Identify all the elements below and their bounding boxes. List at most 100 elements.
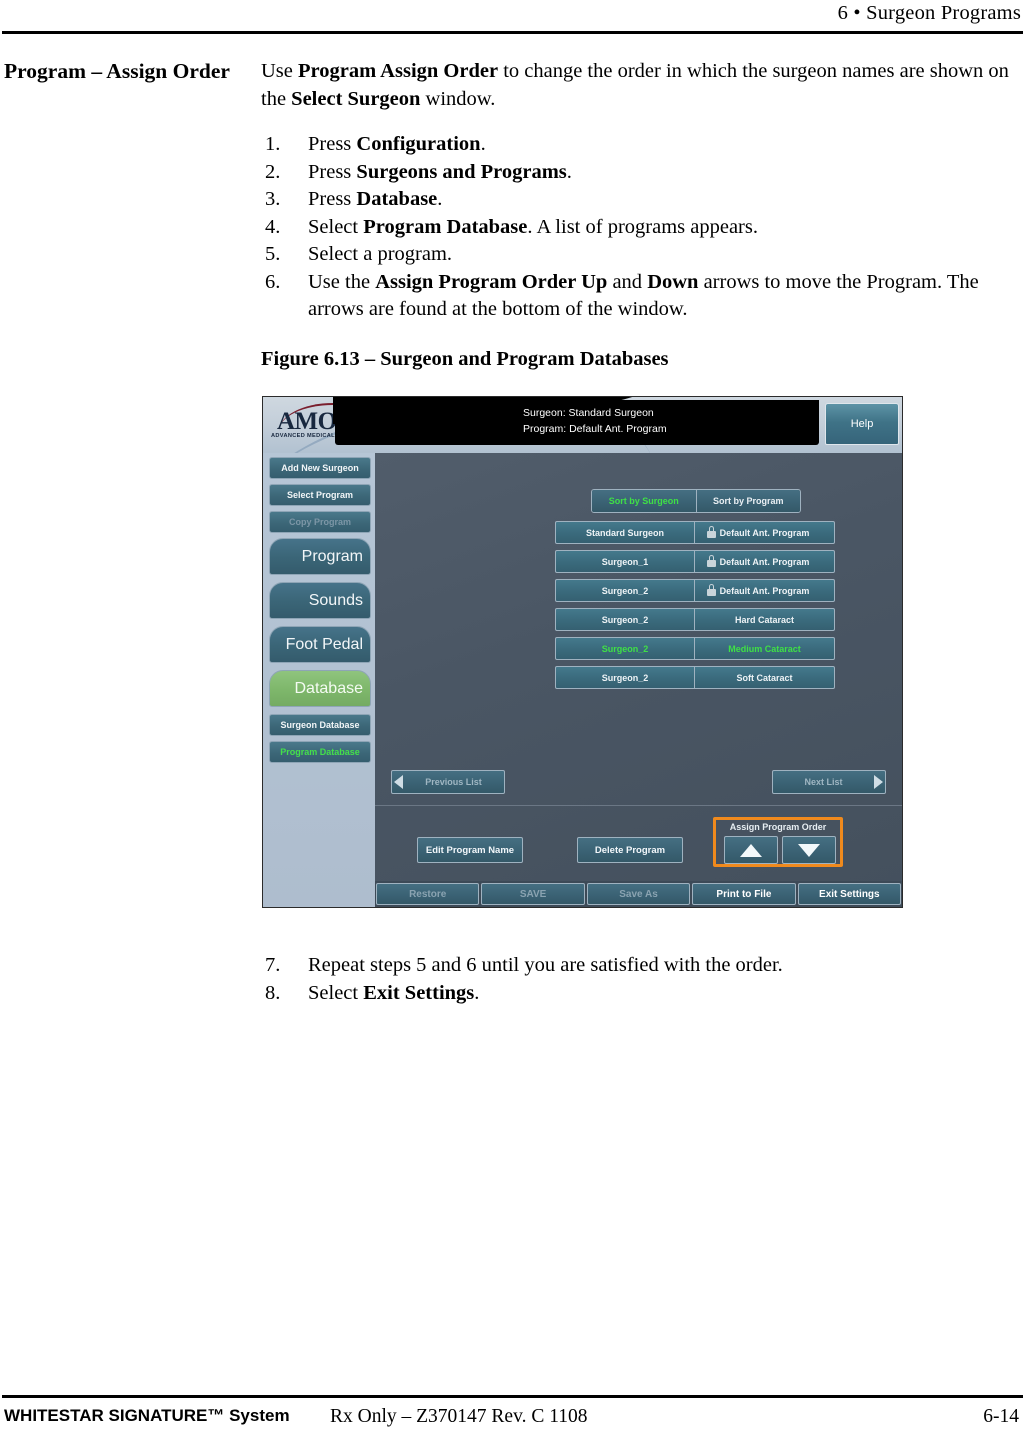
sidebar-item-foot-pedal[interactable]: Foot Pedal (269, 626, 371, 663)
status-bar-text: Surgeon: Standard Surgeon Program: Defau… (523, 406, 667, 437)
assign-program-order-group: Assign Program Order (713, 817, 843, 867)
row-surgeon-name: Surgeon_2 (556, 667, 695, 688)
step-content: Press Configuration. (308, 131, 1013, 159)
row-surgeon-name: Surgeon_2 (556, 580, 695, 601)
assign-order-up-button[interactable] (724, 836, 778, 864)
chevron-right-icon (874, 775, 883, 789)
list-item: 1. Press Configuration. (261, 131, 1013, 159)
row-program-name: Medium Cataract (695, 638, 834, 659)
step-bold: Program Database (363, 215, 528, 238)
sidebar-item-program-database[interactable]: Program Database (269, 741, 371, 763)
assign-order-down-button[interactable] (782, 836, 836, 864)
table-row[interactable]: Surgeon_2 Default Ant. Program (555, 579, 835, 602)
program-list: Standard Surgeon Default Ant. Program Su… (555, 521, 835, 695)
footer-rule (2, 1395, 1023, 1398)
list-item: 4. Select Program Database. A list of pro… (261, 214, 1013, 242)
row-program-label: Default Ant. Program (719, 527, 810, 538)
step-text-post: and (607, 270, 648, 293)
step-text-post: . (474, 981, 480, 1004)
delete-program-button[interactable]: Delete Program (577, 837, 683, 863)
running-head-text: 6 • Surgeon Programs (837, 2, 1021, 24)
page-running-head: 6 • Surgeon Programs (0, 0, 1025, 40)
assign-program-order-label: Assign Program Order (729, 822, 827, 832)
content-column-after: 7. Repeat steps 5 and 6 until you are sat… (261, 952, 1013, 1007)
step-content: Press Database. (308, 186, 1013, 214)
table-row[interactable]: Surgeon_2 Hard Cataract (555, 608, 835, 631)
intro-text-3: window. (420, 87, 496, 110)
status-program-line: Program: Default Ant. Program (523, 422, 667, 435)
device-screenshot-figure: AMO ® ADVANCED MEDICAL OPTICS Surgeon: S… (262, 396, 903, 908)
previous-list-label: Previous List (425, 777, 482, 787)
step-number: 6. (265, 270, 281, 293)
arrow-up-icon (740, 843, 762, 857)
help-button[interactable]: Help (825, 403, 899, 445)
step-number: 3. (265, 188, 281, 210)
step-text: Press (308, 188, 357, 210)
step-number: 4. (265, 215, 281, 238)
sidebar-item-select-program[interactable]: Select Program (269, 484, 371, 506)
row-program-label: Hard Cataract (734, 614, 795, 625)
step-number: 5. (265, 243, 281, 265)
lock-icon (707, 526, 716, 538)
sidebar-item-program[interactable]: Program (269, 538, 371, 575)
footer-document-id: Rx Only – Z370147 Rev. C 1108 (330, 1406, 588, 1427)
sidebar-item-sounds[interactable]: Sounds (269, 582, 371, 619)
steps-list-before: 1. Press Configuration. 2. Press Surgeons … (261, 131, 1013, 324)
list-item: 6. Use the Assign Program Order Up and Do… (261, 269, 1013, 324)
table-row[interactable]: Surgeon_2 Soft Cataract (555, 666, 835, 689)
row-surgeon-name: Surgeon_2 (556, 638, 695, 659)
step-number: 7. (265, 954, 281, 976)
tab-sort-by-surgeon[interactable]: Sort by Surgeon (592, 490, 697, 512)
step-content: Press Surgeons and Programs. (308, 159, 1013, 187)
edit-program-name-button[interactable]: Edit Program Name (417, 837, 523, 863)
step-bold: Exit Settings (363, 981, 475, 1004)
table-row-selected[interactable]: Surgeon_2 Medium Cataract (555, 637, 835, 660)
row-program-label: Soft Cataract (736, 672, 793, 683)
footer-product-name: WHITESTAR SIGNATURE™ System (4, 1406, 290, 1425)
intro-text-1: Use (261, 60, 299, 82)
row-surgeon-name: Surgeon_1 (556, 551, 695, 572)
content-column: Use Program Assign Order to change the o… (261, 58, 1013, 372)
step-text-post: . A list of programs appears. (527, 215, 758, 238)
step-text: Select a program. (308, 243, 453, 265)
sidebar-item-surgeon-database[interactable]: Surgeon Database (269, 714, 371, 736)
sidebar-item-copy-program[interactable]: Copy Program (269, 511, 371, 533)
previous-list-button[interactable]: Previous List (391, 770, 505, 794)
row-program-name: Hard Cataract (695, 609, 834, 630)
section-title: Program – Assign Order (4, 59, 230, 83)
sort-tab-group: Sort by Surgeon Sort by Program (591, 489, 801, 513)
device-main-panel: Sort by Surgeon Sort by Program Standard… (375, 453, 902, 907)
next-list-button[interactable]: Next List (772, 770, 886, 794)
step-content: Select Program Database. A list of progr… (308, 214, 1013, 242)
row-program-name: Soft Cataract (695, 667, 834, 688)
sidebar-item-add-new-surgeon[interactable]: Add New Surgeon (269, 457, 371, 479)
print-to-file-button[interactable]: Print to File (692, 883, 796, 905)
sidebar-item-database[interactable]: Database (269, 670, 371, 707)
arrow-down-icon (798, 843, 820, 857)
status-bar: Surgeon: Standard Surgeon Program: Defau… (333, 397, 819, 445)
restore-button[interactable]: Restore (376, 883, 480, 905)
step-content: Repeat steps 5 and 6 until you are satis… (308, 952, 1013, 980)
step-text: Repeat steps 5 and 6 until you are satis… (308, 954, 783, 976)
bottom-toolbar: Restore SAVE Save As Print to File Exit … (375, 881, 902, 907)
save-as-button[interactable]: Save As (586, 883, 691, 905)
steps-list-after: 7. Repeat steps 5 and 6 until you are sat… (261, 952, 1013, 1007)
row-program-label: Default Ant. Program (719, 556, 810, 567)
step-number: 1. (265, 133, 281, 155)
chevron-left-icon (394, 775, 403, 789)
footer-page-number: 6-14 (983, 1406, 1019, 1427)
tab-sort-by-program[interactable]: Sort by Program (696, 490, 800, 512)
step-text-post: . (480, 133, 486, 155)
page-footer: WHITESTAR SIGNATURE™ System Rx Only – Z3… (0, 1404, 1025, 1438)
exit-settings-button[interactable]: Exit Settings (797, 883, 902, 905)
step-text: Press (308, 133, 357, 155)
row-program-label: Default Ant. Program (719, 585, 810, 596)
step-bold: Configuration (356, 133, 481, 155)
table-row[interactable]: Standard Surgeon Default Ant. Program (555, 521, 835, 544)
row-surgeon-name: Surgeon_2 (556, 609, 695, 630)
row-program-name: Default Ant. Program (695, 551, 834, 572)
save-button[interactable]: SAVE (481, 883, 585, 905)
status-surgeon-line: Surgeon: Standard Surgeon (523, 407, 654, 419)
intro-paragraph: Use Program Assign Order to change the o… (261, 58, 1013, 113)
table-row[interactable]: Surgeon_1 Default Ant. Program (555, 550, 835, 573)
